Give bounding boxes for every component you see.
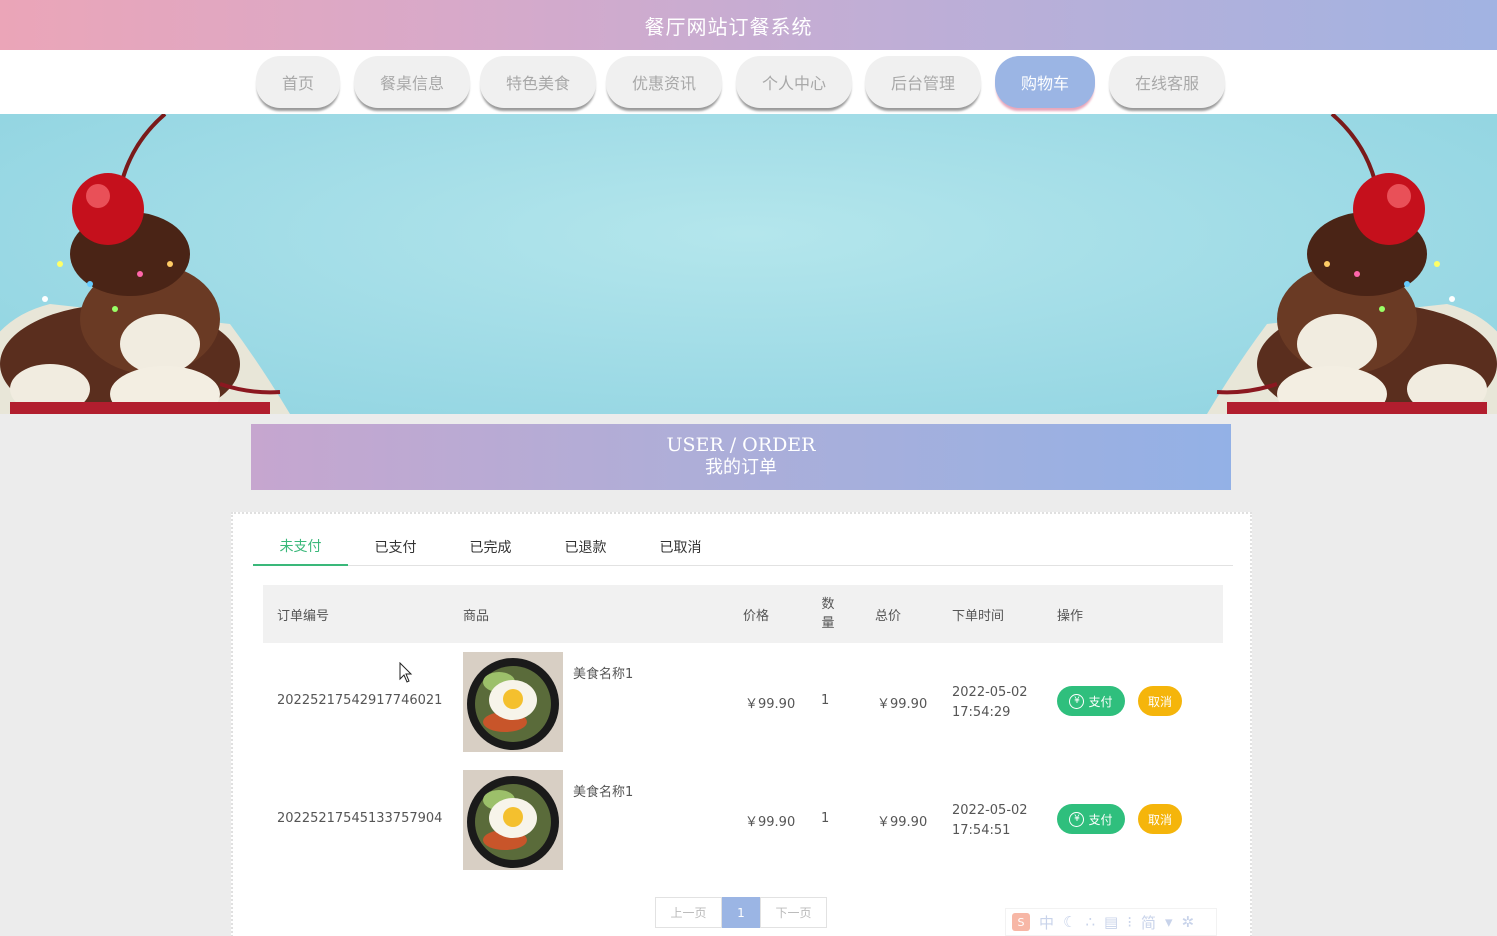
header-action: 操作 — [1057, 608, 1084, 624]
tab-unpaid[interactable]: 未支付 — [253, 528, 348, 566]
cupcake-image-right — [1207, 114, 1497, 414]
product-name[interactable]: 美食名称1 — [573, 663, 633, 682]
pay-label: 支付 — [1088, 812, 1113, 827]
dots-icon[interactable]: ∴ — [1085, 913, 1095, 931]
site-title: 餐厅网站订餐系统 — [644, 14, 813, 39]
food-image — [463, 652, 563, 752]
order-time: 2022-05-02 17:54:29 — [952, 683, 1028, 723]
ime-toolbar[interactable]: S 中 ☾ ∴ ▤ ⁝ 简 ▾ ✲ — [1005, 908, 1217, 936]
header-price: 价格 — [743, 608, 770, 624]
product-name[interactable]: 美食名称1 — [573, 781, 633, 800]
table-row: 20225217545133757904 美食名称1 ￥99.90 1 ￥99.… — [263, 762, 1223, 880]
main-nav: 首页 餐桌信息 特色美食 优惠资讯 个人中心 后台管理 购物车 在线客服 — [0, 50, 1497, 114]
moon-icon[interactable]: ☾ — [1063, 913, 1076, 931]
nav-home[interactable]: 首页 — [256, 56, 340, 108]
nav-featured-food[interactable]: 特色美食 — [480, 56, 596, 108]
ime-simplified[interactable]: 简 — [1141, 912, 1156, 933]
pay-button[interactable]: ¥ 支付 — [1057, 804, 1125, 834]
cancel-button[interactable]: 取消 — [1138, 686, 1182, 716]
shirt-icon[interactable]: ▾ — [1165, 913, 1173, 931]
nav-cart[interactable]: 购物车 — [995, 56, 1095, 108]
total-price: ￥99.90 — [877, 697, 928, 712]
order-date: 2022-05-02 — [952, 685, 1028, 700]
order-status-tabs: 未支付 已支付 已完成 已退款 已取消 — [253, 528, 1233, 566]
page-number-current[interactable]: 1 — [722, 897, 760, 928]
table-header: 订单编号 商品 价格 数 量 总价 下单时间 操作 — [263, 585, 1223, 643]
pay-label: 支付 — [1088, 694, 1113, 709]
nav-admin[interactable]: 后台管理 — [865, 56, 981, 108]
section-title-en: USER / ORDER — [666, 434, 816, 456]
nav-online-service[interactable]: 在线客服 — [1109, 56, 1225, 108]
header-quantity-line1: 数 — [821, 597, 835, 612]
header-order-no: 订单编号 — [277, 608, 330, 624]
order-number: 20225217545133757904 — [277, 811, 443, 826]
food-image — [463, 770, 563, 870]
price: ￥99.90 — [745, 697, 796, 712]
quantity: 1 — [821, 693, 830, 708]
orders-card: 未支付 已支付 已完成 已退款 已取消 订单编号 商品 价格 数 量 总价 下单… — [231, 512, 1252, 936]
quantity: 1 — [821, 811, 830, 826]
nav-personal-center[interactable]: 个人中心 — [736, 56, 852, 108]
pay-button[interactable]: ¥ 支付 — [1057, 686, 1125, 716]
total-price: ￥99.90 — [877, 815, 928, 830]
section-title-cn: 我的订单 — [705, 457, 777, 478]
tab-cancelled[interactable]: 已取消 — [633, 528, 728, 565]
prev-page-button[interactable]: 上一页 — [655, 897, 722, 928]
order-time: 2022-05-02 17:54:51 — [952, 801, 1028, 841]
nav-promotions[interactable]: 优惠资讯 — [606, 56, 722, 108]
header-total: 总价 — [875, 608, 902, 624]
yen-icon: ¥ — [1069, 811, 1085, 827]
header-quantity-line2: 量 — [821, 616, 835, 631]
order-section-header: USER / ORDER 我的订单 — [251, 424, 1231, 490]
price: ￥99.90 — [745, 815, 796, 830]
yen-icon: ¥ — [1069, 693, 1085, 709]
tab-refunded[interactable]: 已退款 — [538, 528, 633, 565]
settings-icon[interactable]: ✲ — [1182, 913, 1195, 931]
next-page-button[interactable]: 下一页 — [760, 897, 827, 928]
mouse-cursor-icon — [399, 662, 413, 683]
order-date: 2022-05-02 — [952, 803, 1028, 818]
header-product: 商品 — [463, 608, 490, 624]
keyboard-icon[interactable]: ▤ — [1104, 913, 1118, 931]
voice-icon[interactable]: ⁝ — [1127, 913, 1132, 931]
tab-completed[interactable]: 已完成 — [443, 528, 538, 565]
cancel-button[interactable]: 取消 — [1138, 804, 1182, 834]
order-clock: 17:54:29 — [952, 705, 1011, 720]
ime-logo-icon: S — [1012, 913, 1030, 931]
order-clock: 17:54:51 — [952, 823, 1011, 838]
header-order-time: 下单时间 — [952, 608, 1005, 624]
tab-paid[interactable]: 已支付 — [348, 528, 443, 565]
food-thumbnail[interactable] — [463, 652, 563, 752]
ime-mode[interactable]: 中 — [1039, 912, 1054, 933]
header-quantity: 数 量 — [818, 585, 838, 643]
cupcake-image-left — [0, 114, 290, 414]
site-header: 餐厅网站订餐系统 — [0, 0, 1497, 50]
pagination: 上一页 1 下一页 — [655, 897, 827, 928]
food-thumbnail[interactable] — [463, 770, 563, 870]
order-number: 20225217542917746021 — [277, 693, 443, 708]
hero-banner — [0, 114, 1497, 414]
nav-table-info[interactable]: 餐桌信息 — [354, 56, 470, 108]
